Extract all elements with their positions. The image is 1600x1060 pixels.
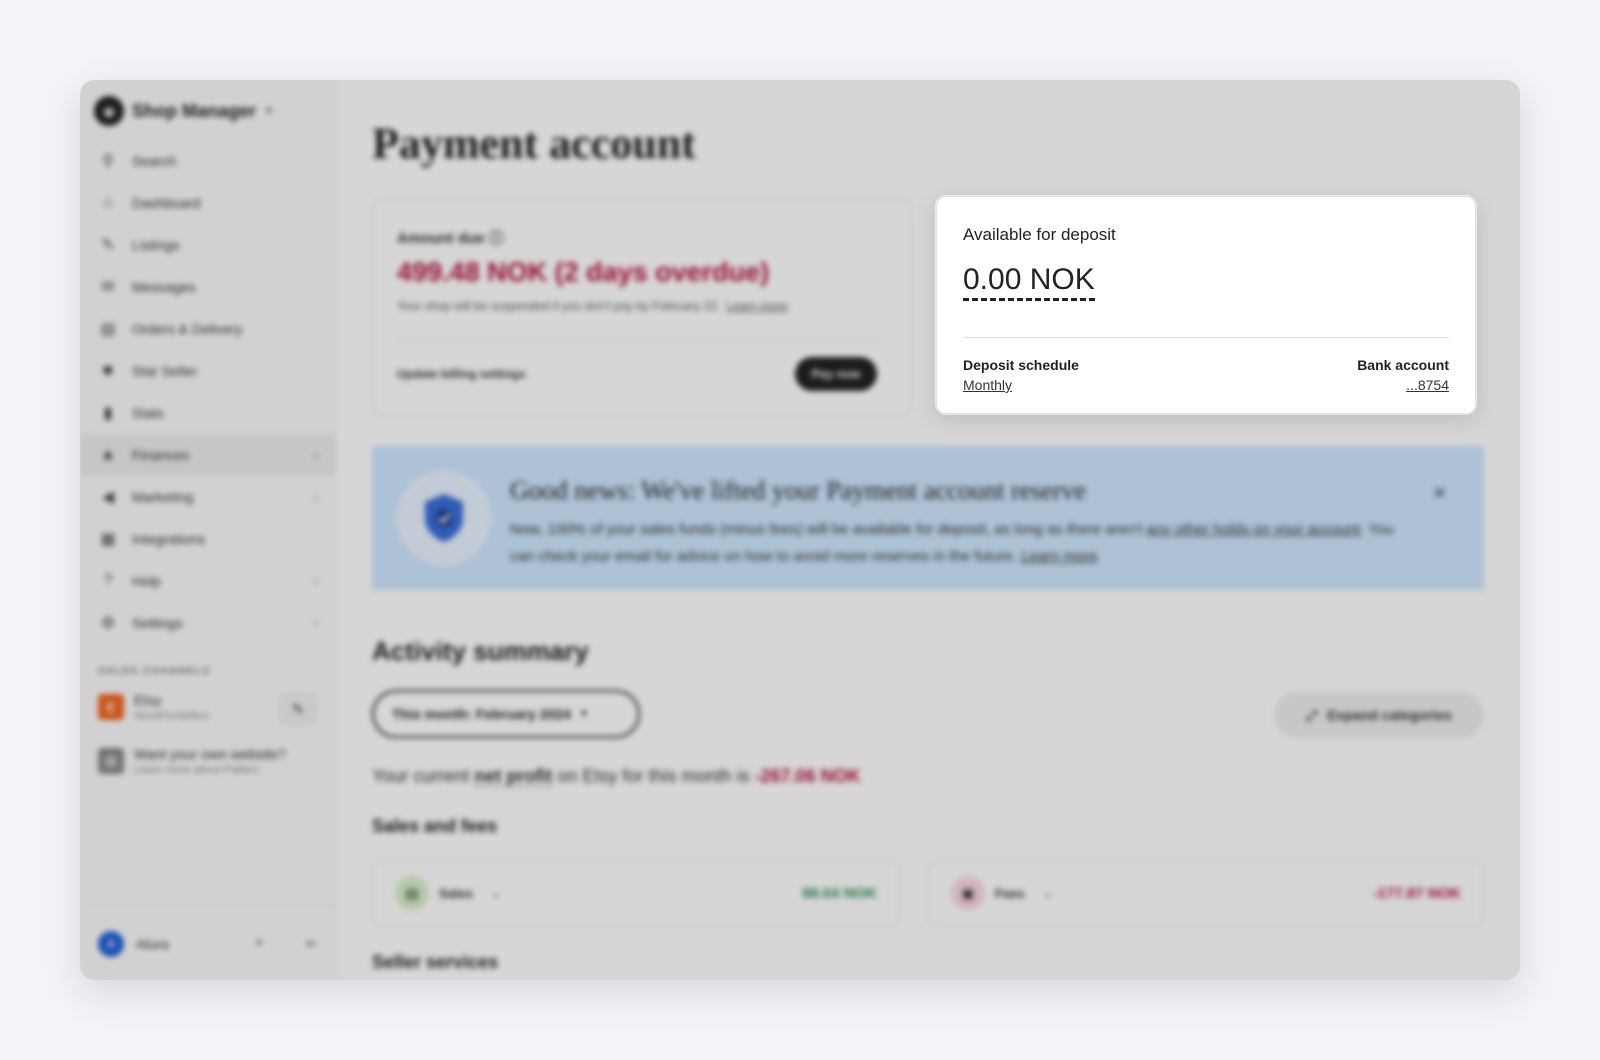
app-window: ◉ Shop Manager ▼ ⚲ Search ⌂ Dashboard ✎ Lis… bbox=[80, 80, 1520, 980]
deposit-schedule-label: Deposit schedule bbox=[963, 357, 1079, 373]
deposit-amount[interactable]: 0.00 NOK bbox=[963, 263, 1095, 301]
bank-account-link[interactable]: ...8754 bbox=[1406, 377, 1449, 393]
divider bbox=[963, 337, 1449, 338]
deposit-label: Available for deposit bbox=[963, 225, 1116, 244]
available-for-deposit-card: Available for deposit 0.00 NOK Deposit s… bbox=[936, 196, 1476, 414]
bank-account-label: Bank account bbox=[1357, 357, 1449, 373]
deposit-schedule-link[interactable]: Monthly bbox=[963, 377, 1012, 393]
